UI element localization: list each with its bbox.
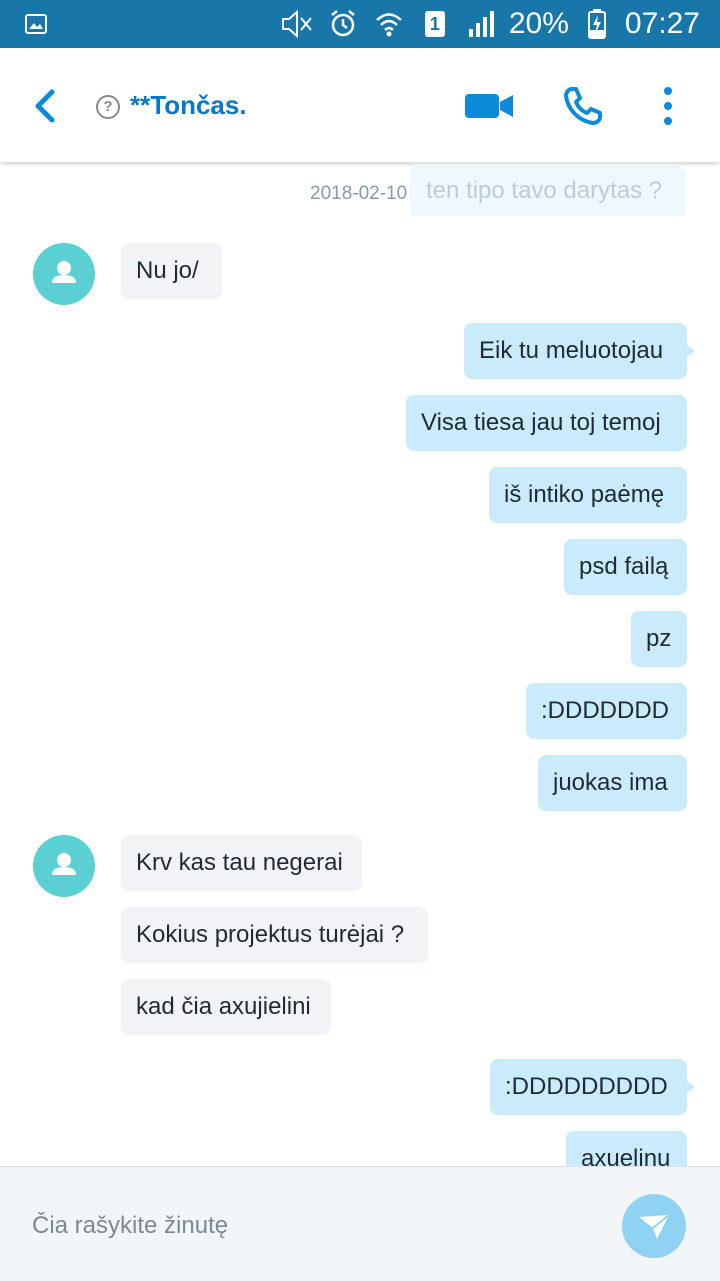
mute-icon [279,6,315,42]
message-bubble[interactable]: psd failą [564,539,687,595]
video-call-icon[interactable] [464,84,514,128]
message-bubble[interactable]: Eik tu meluotojau [464,323,695,379]
message-bubble[interactable]: :DDDDDDD [526,683,687,739]
message-bubble[interactable]: Nu jo/ [121,243,222,299]
help-icon[interactable]: ? [96,95,120,119]
status-bar: 1 20% 07:27 [0,0,720,48]
alarm-icon [325,6,361,42]
message-bubble[interactable]: :DDDDDDDDD [490,1059,695,1115]
send-button[interactable] [622,1194,686,1258]
avatar[interactable] [33,243,95,305]
send-icon [639,1214,670,1239]
sim-icon: 1 [417,6,453,42]
message-input[interactable] [30,1203,594,1249]
date-label: 2018-02-10 [310,183,408,204]
chat-header: ? **Tončas. [0,48,720,162]
message-bubble[interactable]: pz [631,611,687,667]
message-bubble[interactable]: juokas ima [538,755,687,811]
phone-icon[interactable] [562,84,604,128]
battery-charging-icon [579,6,615,42]
back-arrow-icon[interactable] [30,86,60,126]
avatar[interactable] [33,835,95,897]
battery-percent: 20% [508,7,569,40]
clock: 07:27 [624,7,700,40]
message-bubble[interactable]: iš intiko paėmę [489,467,687,523]
message-bubble[interactable]: kad čia axujielini [121,979,331,1035]
signal-icon [463,6,499,42]
composer-bar [0,1166,720,1281]
faded-message: ten tipo tavo darytas ? [410,166,686,216]
more-vert-icon[interactable] [658,84,678,128]
wifi-icon [371,6,407,42]
gallery-icon [24,12,48,36]
message-bubble[interactable]: Krv kas tau negerai [121,835,362,891]
message-bubble[interactable]: Kokius projektus turėjai ? [121,907,428,963]
contact-name[interactable]: **Tončas. [130,90,247,121]
message-bubble[interactable]: Visa tiesa jau toj temoj [406,395,687,451]
